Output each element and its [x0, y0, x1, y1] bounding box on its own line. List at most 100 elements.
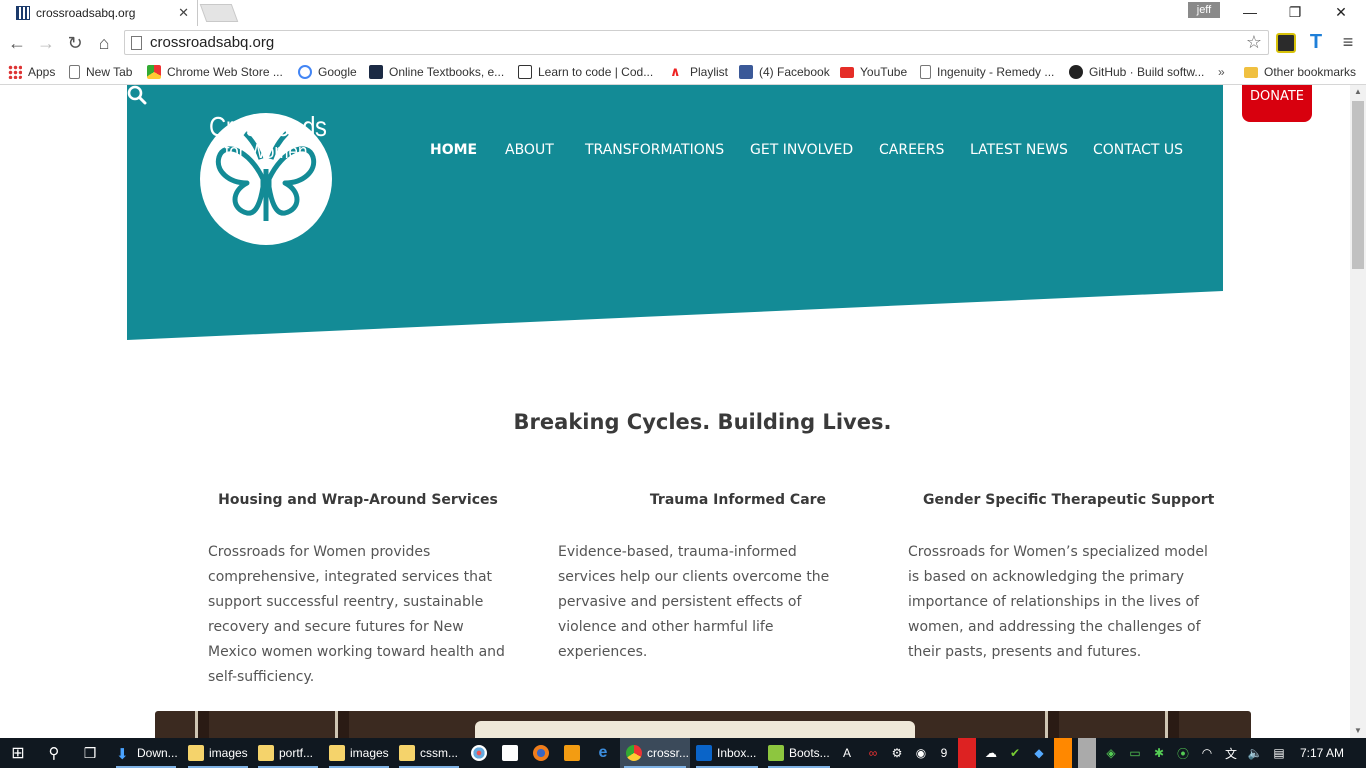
bookmark-online-textbooks[interactable]: Online Textbooks, e...: [369, 63, 504, 81]
bookmark-ingenuity[interactable]: Ingenuity - Remedy ...: [920, 63, 1054, 81]
tray-shield-icon[interactable]: ◈: [1102, 738, 1120, 768]
tray-device-icon[interactable]: [1078, 738, 1096, 768]
nav-get-involved[interactable]: GET INVOLVED: [750, 142, 853, 158]
bookmark-github[interactable]: GitHub · Build softw...: [1069, 63, 1204, 81]
taskbar-outlook[interactable]: Inbox...: [692, 738, 762, 768]
taskbar-chrome[interactable]: crossr...: [620, 738, 690, 768]
bookmark-apps[interactable]: Apps: [8, 63, 55, 81]
bookmarks-bar: Apps New Tab Chrome Web Store ... Google…: [0, 59, 1366, 85]
taskbar-folder-cssm[interactable]: cssm...: [395, 738, 463, 768]
bookmark-chrome-web-store[interactable]: Chrome Web Store ...: [147, 63, 283, 81]
scrollbar-thumb[interactable]: [1352, 101, 1364, 269]
tray-security-icon[interactable]: ✱: [1150, 738, 1168, 768]
tray-app-icon[interactable]: [1054, 738, 1072, 768]
chrome-icon: [626, 745, 642, 761]
volume-icon[interactable]: 🔈: [1246, 738, 1264, 768]
home-icon[interactable]: ⌂: [93, 32, 115, 54]
taskbar-folder-portfolio[interactable]: portf...: [254, 738, 322, 768]
close-window-icon[interactable]: ✕: [1318, 0, 1364, 26]
search-icon[interactable]: [127, 85, 147, 105]
taskbar-label: Boots...: [789, 746, 830, 760]
tray-hotspot-icon[interactable]: ⦿: [1174, 738, 1192, 768]
site-logo[interactable]: Crossroads for Women: [199, 109, 333, 309]
restore-icon[interactable]: ❐: [1272, 0, 1318, 26]
other-bookmarks[interactable]: Other bookmarks: [1244, 63, 1356, 81]
bookmark-codecademy[interactable]: Learn to code | Cod...: [518, 63, 653, 81]
tray-usb-icon[interactable]: ▭: [1126, 738, 1144, 768]
feature-title: Gender Specific Therapeutic Support: [923, 492, 1215, 508]
scroll-down-icon[interactable]: ▼: [1350, 724, 1366, 738]
search-icon[interactable]: ⚲: [44, 738, 64, 768]
taskbar-folder-images[interactable]: images: [184, 738, 252, 768]
tray-links-icon[interactable]: ∞: [864, 738, 882, 768]
photo-detail: [475, 721, 915, 738]
store-app-icon: [502, 745, 518, 761]
nav-latest-news[interactable]: LATEST NEWS: [970, 142, 1068, 158]
page-info-icon[interactable]: [131, 35, 142, 50]
tray-badge-number[interactable]: 9: [935, 738, 953, 768]
feature-title: Housing and Wrap-Around Services: [218, 492, 498, 508]
extension-t-icon[interactable]: T: [1306, 32, 1326, 53]
other-bookmarks-label: Other bookmarks: [1264, 65, 1357, 79]
bookmark-label: New Tab: [86, 65, 133, 79]
photo-detail: [1045, 711, 1059, 738]
taskbar-clock[interactable]: 7:17 AM: [1300, 738, 1344, 768]
browser-tab[interactable]: crossroadsabq.org ✕: [0, 0, 198, 26]
tray-check-icon[interactable]: ✔: [1006, 738, 1024, 768]
address-bar[interactable]: ☆: [124, 30, 1269, 55]
bookmarks-overflow-button[interactable]: »: [1218, 63, 1225, 81]
minimize-icon[interactable]: —: [1227, 0, 1273, 26]
donate-button[interactable]: DONATE: [1242, 85, 1312, 122]
tray-network-icon[interactable]: ◉: [912, 738, 930, 768]
bookmark-new-tab[interactable]: New Tab: [69, 63, 132, 81]
vlc-icon[interactable]: [562, 738, 582, 768]
url-input[interactable]: [150, 34, 1246, 51]
page-scrollbar[interactable]: ▲ ▼: [1350, 85, 1366, 738]
paint-icon[interactable]: [469, 738, 489, 768]
action-center-icon[interactable]: ▤: [1270, 738, 1288, 768]
nav-transformations[interactable]: TRANSFORMATIONS: [585, 142, 724, 158]
ime-icon[interactable]: 文: [1222, 738, 1240, 768]
nav-home[interactable]: HOME: [430, 142, 477, 158]
firefox-app-icon: [533, 745, 549, 761]
taskbar-label: crossr...: [647, 746, 690, 760]
bookmark-label: Google: [318, 65, 357, 79]
close-tab-icon[interactable]: ✕: [178, 5, 189, 21]
feature-trauma-care: Trauma Informed Care Evidence-based, tra…: [558, 492, 858, 665]
task-view-icon[interactable]: ❒: [80, 738, 100, 768]
nav-about[interactable]: ABOUT: [505, 142, 554, 158]
firefox-icon[interactable]: [531, 738, 551, 768]
tray-gear-icon[interactable]: ⚙: [888, 738, 906, 768]
taskbar-notepad[interactable]: Boots...: [764, 738, 834, 768]
folder-icon: [329, 745, 345, 761]
windows-taskbar: ⊞ ⚲ ❒ ⬇ Down... images portf... images c…: [0, 738, 1366, 768]
chrome-menu-icon[interactable]: ≡: [1338, 33, 1358, 53]
bookmark-youtube[interactable]: YouTube: [840, 63, 907, 81]
taskbar-folder-images-2[interactable]: images: [325, 738, 393, 768]
codecademy-icon: [518, 65, 532, 79]
reload-icon[interactable]: ↻: [64, 32, 86, 54]
start-windows-icon[interactable]: ⊞: [8, 738, 28, 768]
edge-icon[interactable]: e: [593, 738, 613, 768]
taskbar-downloads[interactable]: ⬇ Down...: [112, 738, 180, 768]
tray-font-icon[interactable]: A: [838, 738, 856, 768]
store-icon[interactable]: [500, 738, 520, 768]
folder-icon: [1244, 66, 1258, 78]
tray-cloud-icon[interactable]: ☁: [982, 738, 1000, 768]
new-tab-button[interactable]: [199, 4, 239, 22]
bookmark-star-icon[interactable]: ☆: [1246, 32, 1262, 53]
bookmark-facebook[interactable]: (4) Facebook: [739, 63, 830, 81]
bookmark-playlist[interactable]: ∧ Playlist: [670, 63, 728, 81]
nav-contact-us[interactable]: CONTACT US: [1093, 142, 1183, 158]
extension-check-icon[interactable]: [1276, 33, 1296, 53]
bookmark-google[interactable]: Google: [298, 63, 357, 81]
tray-pdf-icon[interactable]: [958, 738, 976, 768]
back-icon[interactable]: ←: [6, 32, 28, 54]
playlist-icon: ∧: [670, 64, 681, 79]
profile-button[interactable]: jeff: [1188, 2, 1220, 18]
tray-sync-icon[interactable]: ◆: [1030, 738, 1048, 768]
scroll-up-icon[interactable]: ▲: [1350, 85, 1366, 99]
forward-icon[interactable]: →: [35, 32, 57, 54]
nav-careers[interactable]: CAREERS: [879, 142, 944, 158]
wifi-icon[interactable]: ◠: [1198, 738, 1216, 768]
